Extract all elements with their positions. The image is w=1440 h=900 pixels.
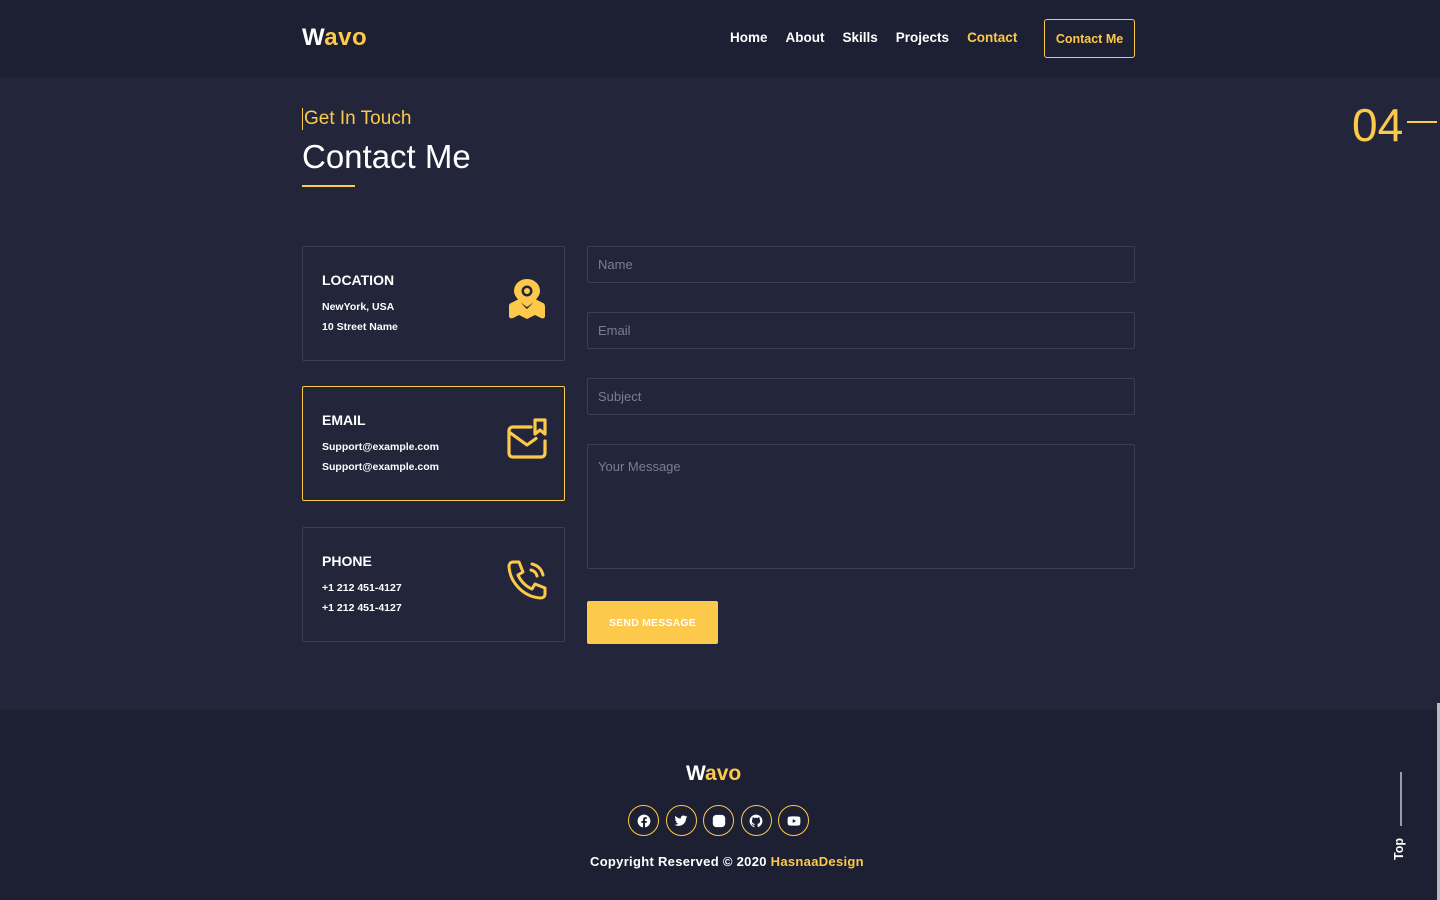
copyright-text: Copyright Reserved © 2020 bbox=[590, 854, 771, 869]
instagram-link[interactable] bbox=[703, 805, 734, 836]
card-line: Support@example.com bbox=[322, 461, 440, 473]
page-title: Contact Me bbox=[302, 138, 471, 175]
card-line: 10 Street Name bbox=[322, 321, 398, 333]
github-link[interactable] bbox=[740, 805, 772, 836]
footer-logo-initial: W bbox=[686, 762, 706, 785]
email-card: EMAIL Support@example.com Support@exampl… bbox=[302, 386, 565, 501]
message-textarea[interactable] bbox=[587, 444, 1135, 569]
copyright-brand-link[interactable]: HasnaaDesign bbox=[771, 854, 864, 869]
main-nav: Home About Skills Projects Contact bbox=[730, 30, 1035, 45]
card-line: +1 212 451-4127 bbox=[322, 582, 402, 594]
back-to-top-button[interactable]: Top bbox=[1392, 838, 1406, 860]
send-message-button[interactable]: SEND MESSAGE bbox=[587, 601, 718, 644]
location-card: LOCATION NewYork, USA 10 Street Name bbox=[302, 246, 565, 361]
name-input[interactable] bbox=[587, 246, 1135, 283]
facebook-icon bbox=[637, 814, 650, 827]
nav-projects[interactable]: Projects bbox=[896, 30, 949, 45]
footer-logo-rest: avo bbox=[705, 762, 742, 785]
twitter-link[interactable] bbox=[665, 805, 697, 836]
instagram-icon bbox=[712, 814, 725, 827]
logo-initial: W bbox=[302, 24, 325, 51]
card-label: LOCATION bbox=[322, 272, 395, 288]
section-eyebrow: Get In Touch bbox=[302, 108, 412, 130]
nav-skills[interactable]: Skills bbox=[843, 30, 878, 45]
top-button-line bbox=[1400, 772, 1402, 826]
navbar: Wavo Home About Skills Projects Contact … bbox=[0, 0, 1440, 78]
title-underline bbox=[302, 185, 355, 187]
contact-me-button[interactable]: Contact Me bbox=[1044, 19, 1135, 58]
social-links bbox=[628, 805, 816, 836]
section-number: 04 bbox=[1352, 99, 1404, 151]
card-line: NewYork, USA bbox=[322, 301, 395, 313]
card-label: EMAIL bbox=[322, 412, 366, 428]
map-pin-icon bbox=[509, 279, 545, 319]
section-number-line bbox=[1407, 121, 1437, 123]
mail-icon bbox=[507, 418, 547, 459]
subject-input[interactable] bbox=[587, 378, 1135, 415]
nav-contact[interactable]: Contact bbox=[967, 30, 1017, 45]
card-label: PHONE bbox=[322, 553, 372, 569]
card-line: Support@example.com bbox=[322, 441, 440, 453]
phone-card: PHONE +1 212 451-4127 +1 212 451-4127 bbox=[302, 527, 565, 642]
logo[interactable]: Wavo bbox=[302, 24, 367, 52]
copyright: Copyright Reserved © 2020 HasnaaDesign bbox=[590, 854, 864, 869]
nav-home[interactable]: Home bbox=[730, 30, 768, 45]
youtube-link[interactable] bbox=[778, 805, 809, 836]
nav-about[interactable]: About bbox=[786, 30, 825, 45]
email-input[interactable] bbox=[587, 312, 1135, 349]
facebook-link[interactable] bbox=[628, 805, 659, 836]
twitter-icon bbox=[674, 814, 688, 826]
footer-logo[interactable]: Wavo bbox=[686, 762, 741, 786]
phone-icon bbox=[507, 560, 547, 600]
github-icon bbox=[749, 814, 763, 827]
card-line: +1 212 451-4127 bbox=[322, 602, 402, 614]
logo-rest: avo bbox=[324, 24, 368, 51]
youtube-icon bbox=[787, 815, 800, 826]
